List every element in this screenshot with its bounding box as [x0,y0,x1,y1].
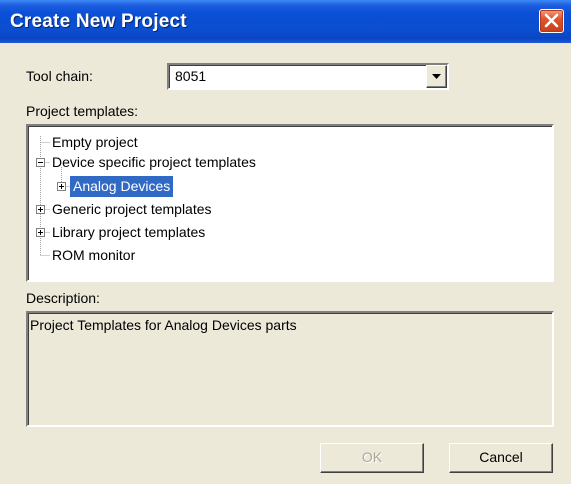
title-bar[interactable]: Create New Project [0,0,571,43]
tree-item-library-templates[interactable]: Library project templates [52,222,205,243]
expand-icon[interactable] [36,205,45,214]
description-box: Project Templates for Analog Devices par… [26,311,554,427]
close-button[interactable] [539,9,564,33]
expand-icon[interactable] [57,182,66,191]
window-title: Create New Project [10,11,187,32]
cancel-button[interactable]: Cancel [449,443,553,473]
project-templates-tree[interactable]: Empty project Device specific project te… [26,124,554,282]
description-text: Project Templates for Analog Devices par… [30,317,297,333]
chevron-down-icon [432,74,441,79]
tree-item-analog-devices[interactable]: Analog Devices [70,176,174,197]
project-templates-label: Project templates: [26,103,139,119]
tree-item-generic-templates[interactable]: Generic project templates [52,199,212,220]
dropdown-button[interactable] [426,65,447,88]
close-icon [544,13,559,28]
collapse-icon[interactable] [36,158,45,167]
ok-button[interactable]: OK [320,443,424,473]
tree-item-device-specific[interactable]: Device specific project templates [52,152,256,173]
description-label: Description: [26,290,100,306]
toolchain-label: Tool chain: [26,68,93,84]
tree-item-empty-project[interactable]: Empty project [52,132,138,153]
expand-icon[interactable] [36,228,45,237]
toolchain-select[interactable]: 8051 [167,63,449,90]
tree-item-rom-monitor[interactable]: ROM monitor [52,245,135,266]
toolchain-value: 8051 [175,68,207,84]
